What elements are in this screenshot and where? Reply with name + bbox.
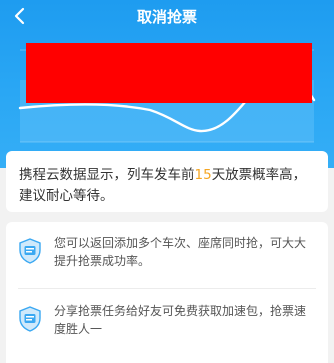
info-highlight-days: 15 — [194, 167, 212, 183]
header-hero: 取消抢票 — [0, 0, 334, 168]
info-text-prefix: 携程云数据显示，列车发车前 — [19, 167, 195, 183]
page-title: 取消抢票 — [136, 8, 197, 26]
ticket-shield-icon — [19, 238, 41, 264]
tips-card: 您可以返回添加多个车次、座席同时抢，可大大提升抢票成功率。 分享抢票任务给好友可… — [6, 222, 328, 363]
page: 取消抢票 携程云数据显示，列车发车前15天放票概率高，建议耐心等待。 您可以返回… — [0, 0, 334, 363]
redacted-block — [26, 43, 312, 103]
nav-bar: 取消抢票 — [0, 0, 334, 32]
info-card: 携程云数据显示，列车发车前15天放票概率高，建议耐心等待。 — [6, 151, 328, 212]
divider — [18, 288, 316, 289]
tip-text: 您可以返回添加多个车次、座席同时抢，可大大提升抢票成功率。 — [54, 236, 307, 268]
ticket-shield-icon — [19, 306, 41, 332]
tip-text: 分享抢票任务给好友可免费获取加速包，抢票速度胜人一 — [54, 304, 307, 336]
